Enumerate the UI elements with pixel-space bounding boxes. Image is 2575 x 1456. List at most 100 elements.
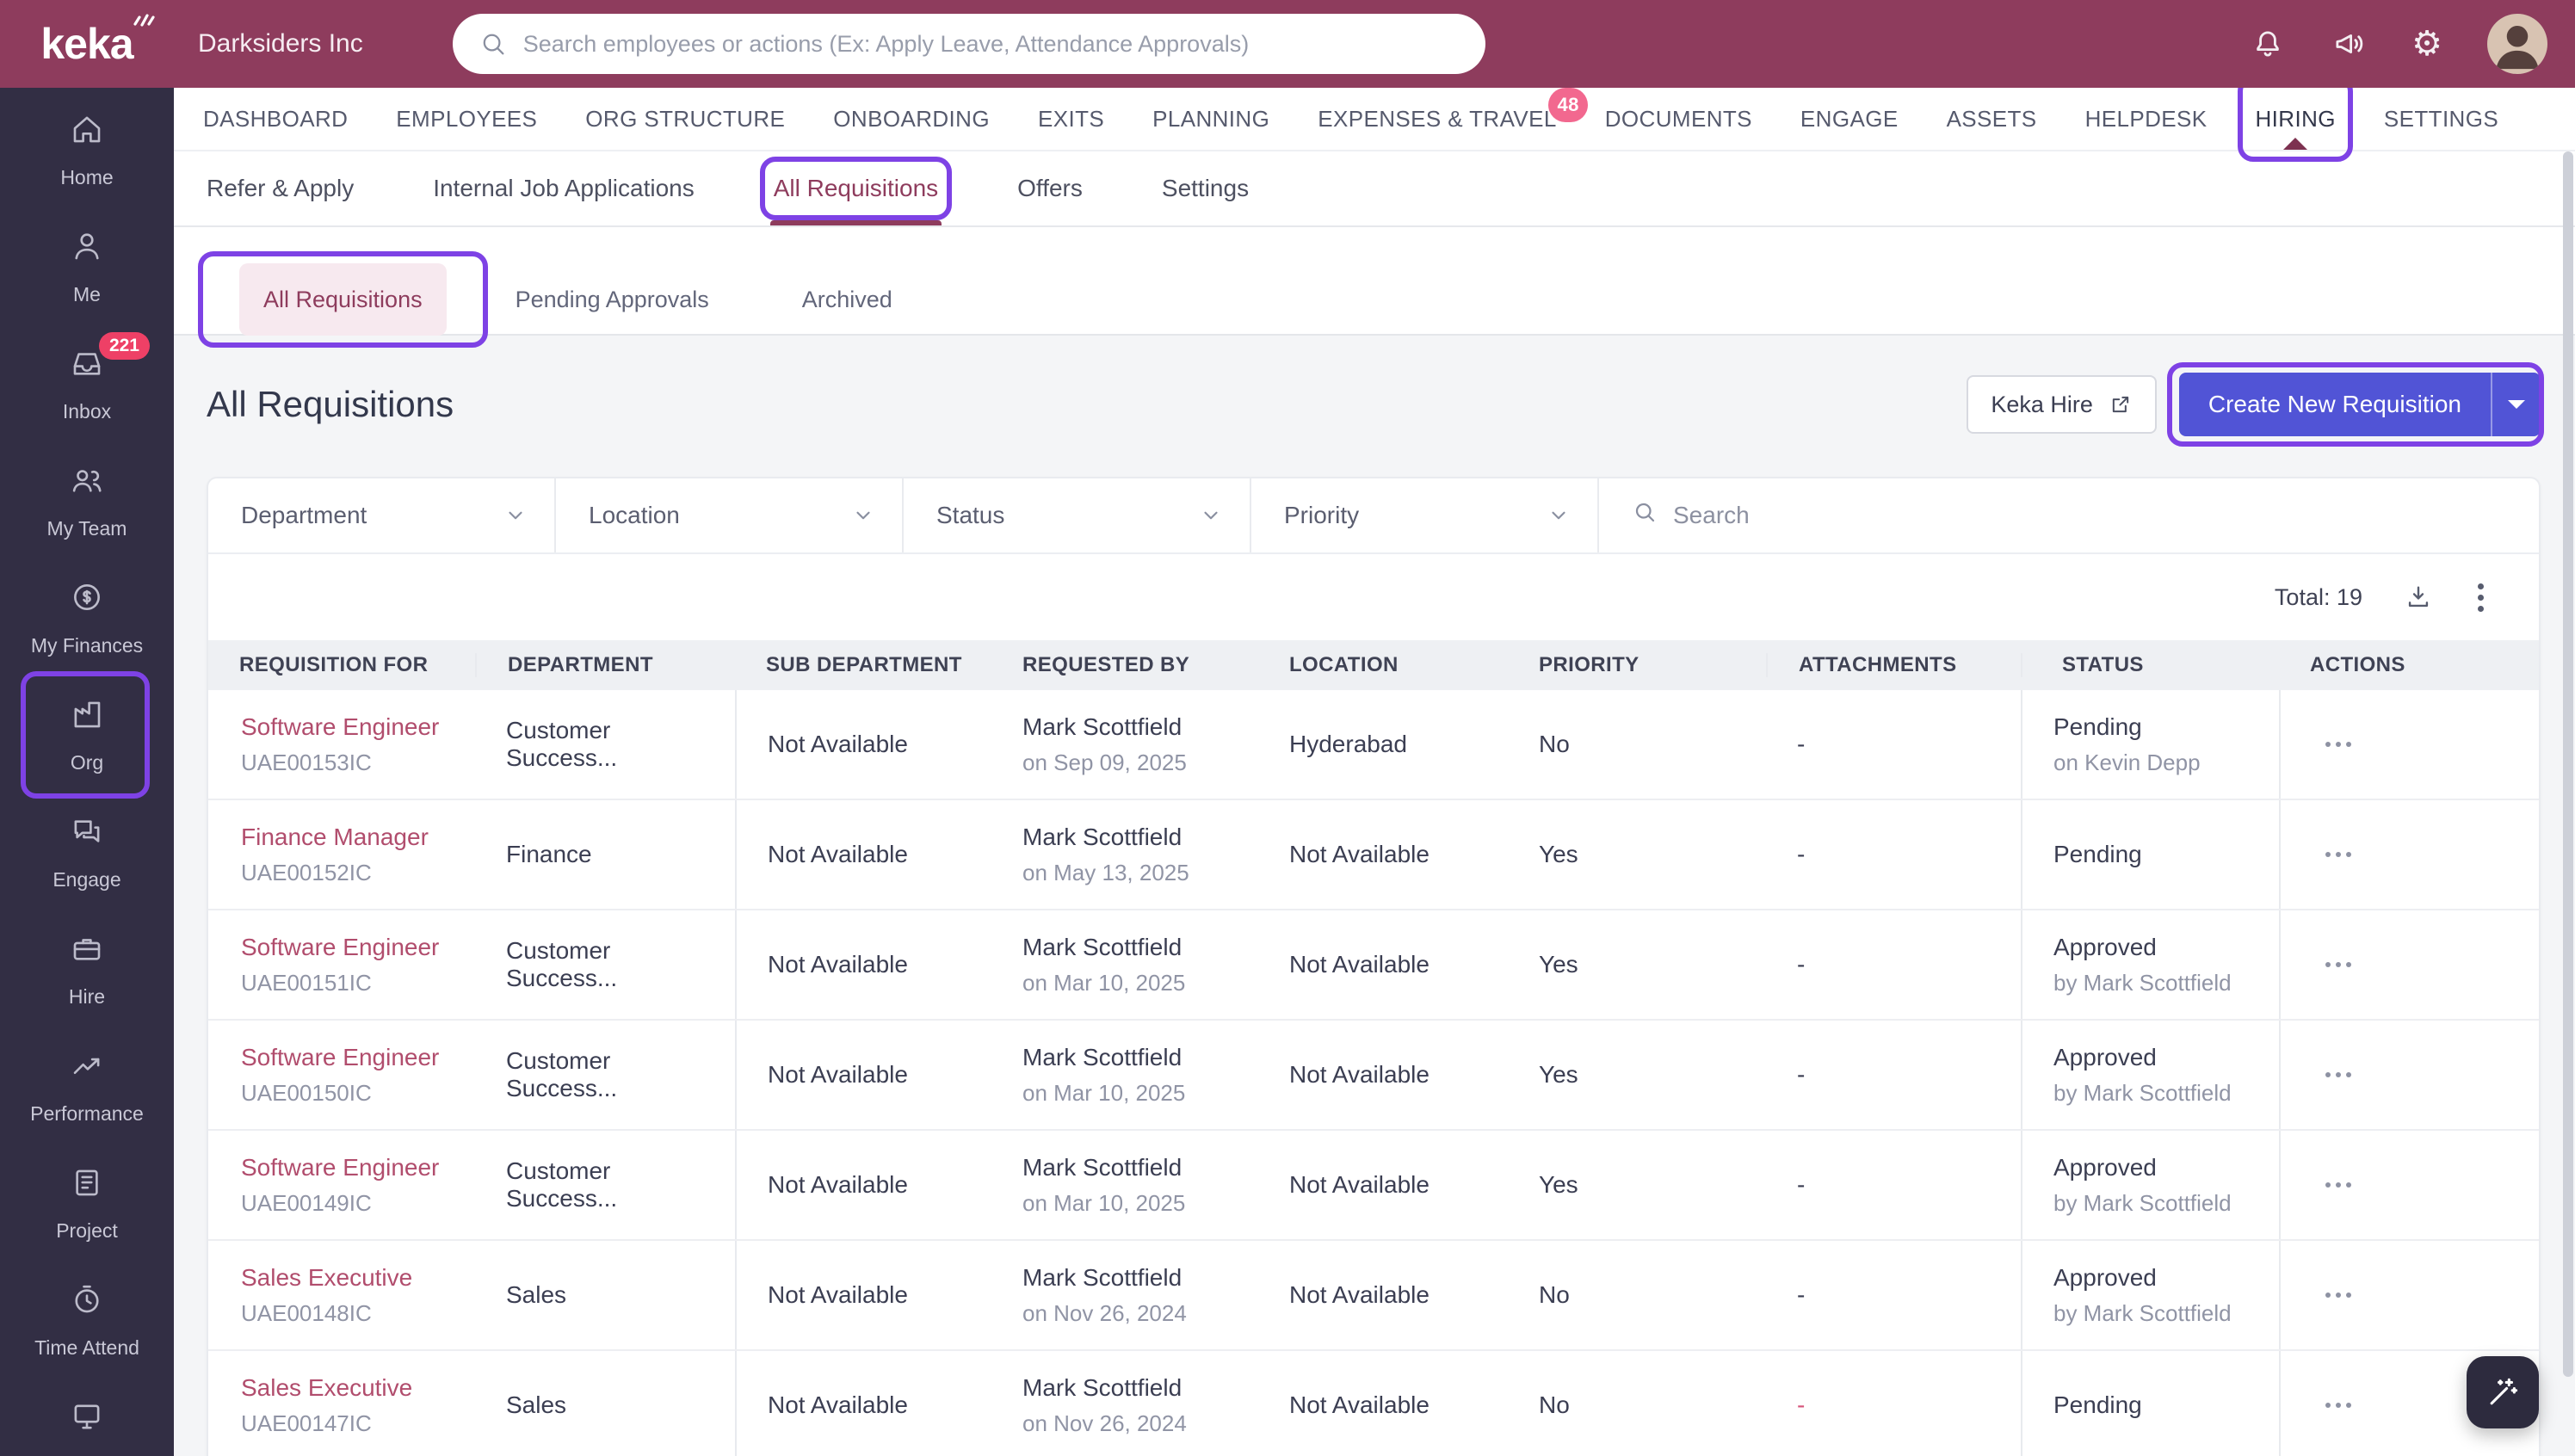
subnav-item[interactable]: Internal Job Applications (433, 151, 695, 225)
ai-assistant-button[interactable] (2467, 1356, 2539, 1428)
filter-dropdown[interactable]: Department (208, 478, 556, 552)
nav-item[interactable]: DASHBOARD (179, 88, 372, 150)
row-actions-button[interactable] (2320, 957, 2356, 972)
tab-label: Archived (802, 287, 892, 313)
column-header: REQUESTED BY (991, 653, 1258, 677)
create-requisition-dropdown-button[interactable] (2491, 373, 2541, 436)
cell-sub-department: Not Available (735, 1351, 991, 1456)
keka-hire-button[interactable]: Keka Hire (1967, 375, 2157, 434)
row-actions-button[interactable] (2320, 1397, 2356, 1413)
sidebar-item-label: Performance (30, 1102, 144, 1126)
chevron-down-icon (1547, 504, 1570, 527)
tab-item[interactable]: Archived (778, 263, 917, 336)
sidebar-item-label: Payroll (57, 1453, 117, 1456)
nav-item-label: ONBOARDING (833, 106, 990, 133)
nav-item[interactable]: EMPLOYEES (372, 88, 561, 150)
cell-status: Pending on Kevin Depp (2021, 690, 2279, 799)
row-actions-button[interactable] (2320, 1287, 2356, 1303)
requisition-link[interactable]: Software Engineer (241, 1154, 461, 1181)
nav-item-label: DOCUMENTS (1605, 106, 1752, 133)
requisition-link[interactable]: Software Engineer (241, 934, 461, 961)
nav-item[interactable]: ONBOARDING (809, 88, 1014, 150)
sidebar-item-time-attend[interactable]: Time Attend (0, 1262, 174, 1379)
table-search-input[interactable] (1673, 502, 2539, 529)
nav-item[interactable]: HELPDESK (2061, 88, 2232, 150)
global-search[interactable] (453, 14, 1485, 74)
subnav-item[interactable]: Settings (1162, 151, 1249, 225)
cell-status: Pending (2021, 1351, 2279, 1456)
subnav-item-label: Refer & Apply (207, 175, 354, 202)
filter-dropdown[interactable]: Status (904, 478, 1251, 552)
avatar[interactable] (2487, 14, 2547, 74)
filter-dropdowns: Department Location Status (208, 478, 1599, 552)
bell-icon[interactable] (2250, 26, 2286, 62)
nav-item[interactable]: ENGAGE (1776, 88, 1923, 150)
requisition-id: UAE00149IC (241, 1190, 461, 1217)
row-actions-button[interactable] (2320, 1177, 2356, 1193)
global-search-input[interactable] (523, 31, 1460, 58)
page-actions: Keka Hire Create New Requisition (1967, 373, 2541, 436)
row-actions-button[interactable] (2320, 1067, 2356, 1083)
requested-on-date: on Mar 10, 2025 (1022, 1190, 1244, 1217)
nav-item[interactable]: SETTINGS (2360, 88, 2523, 150)
cell-location: Not Available (1258, 1021, 1508, 1129)
status-sub-text: by Mark Scottfield (2053, 1190, 2265, 1217)
requisition-link[interactable]: Sales Executive (241, 1264, 461, 1292)
cell-requisition-for: Sales Executive UAE00147IC (208, 1351, 475, 1456)
nav-item[interactable]: EXITS (1014, 88, 1128, 150)
subnav-item[interactable]: All Requisitions (774, 151, 938, 225)
engage-icon (69, 813, 105, 856)
cell-requisition-for: Software Engineer UAE00150IC (208, 1021, 475, 1129)
nav-item-label: ORG STRUCTURE (585, 106, 785, 133)
sidebar-item-label: Org (71, 751, 103, 774)
cell-sub-department: Not Available (735, 1241, 991, 1349)
cell-requisition-for: Software Engineer UAE00149IC (208, 1131, 475, 1239)
sidebar-item-my-finances[interactable]: My Finances (0, 559, 174, 676)
sidebar-item-inbox[interactable]: 221 Inbox (0, 325, 174, 442)
filter-dropdown[interactable]: Location (556, 478, 904, 552)
sidebar-item-performance[interactable]: Performance (0, 1027, 174, 1144)
sidebar-item-engage[interactable]: Engage (0, 793, 174, 910)
sidebar-item-org[interactable]: Org (0, 676, 174, 793)
sidebar-item-payroll[interactable]: Payroll (0, 1379, 174, 1456)
active-nav-caret (2283, 138, 2307, 150)
tab-item[interactable]: All Requisitions (239, 263, 447, 336)
subnav-item[interactable]: Offers (1017, 151, 1083, 225)
nav-item[interactable]: ASSETS (1923, 88, 2061, 150)
subnav-item[interactable]: Refer & Apply (207, 151, 354, 225)
column-header: PRIORITY (1508, 653, 1766, 677)
nav-item-label: EMPLOYEES (396, 106, 537, 133)
requisition-link[interactable]: Finance Manager (241, 824, 461, 851)
company-name: Darksiders Inc (198, 29, 363, 59)
nav-item[interactable]: HIRING (2231, 88, 2359, 150)
search-icon (1632, 499, 1658, 532)
sidebar-item-hire[interactable]: Hire (0, 910, 174, 1027)
requisition-link[interactable]: Software Engineer (241, 1044, 461, 1071)
announcement-icon[interactable] (2331, 26, 2367, 62)
row-actions-button[interactable] (2320, 847, 2356, 862)
sidebar-item-project[interactable]: Project (0, 1144, 174, 1262)
requisition-link[interactable]: Software Engineer (241, 713, 461, 741)
nav-item[interactable]: DOCUMENTS (1581, 88, 1776, 150)
gear-icon[interactable]: ⚙ (2411, 27, 2442, 61)
scrollbar-thumb[interactable] (2563, 151, 2573, 1377)
download-button[interactable] (2404, 583, 2433, 612)
row-actions-button[interactable] (2320, 737, 2356, 752)
sidebar-item-my-team[interactable]: My Team (0, 442, 174, 559)
tab-item[interactable]: Pending Approvals (491, 263, 733, 336)
keka-logo[interactable]: keka (0, 19, 174, 69)
sidebar-item-me[interactable]: Me (0, 208, 174, 325)
requested-by-name: Mark Scottfield (1022, 824, 1244, 851)
nav-item[interactable]: PLANNING (1128, 88, 1294, 150)
table-search[interactable] (1599, 478, 2539, 552)
cell-actions (2279, 1241, 2539, 1349)
requisition-link[interactable]: Sales Executive (241, 1374, 461, 1402)
cell-attachments: - (1766, 800, 2021, 909)
sidebar-item-home[interactable]: Home (0, 91, 174, 208)
chevron-down-icon (1200, 504, 1222, 527)
filter-dropdown[interactable]: Priority (1251, 478, 1599, 552)
nav-item[interactable]: EXPENSES & TRAVEL 48 (1294, 88, 1581, 150)
nav-item[interactable]: ORG STRUCTURE (561, 88, 809, 150)
more-options-button[interactable] (2474, 580, 2487, 615)
create-new-requisition-button[interactable]: Create New Requisition (2179, 373, 2491, 436)
